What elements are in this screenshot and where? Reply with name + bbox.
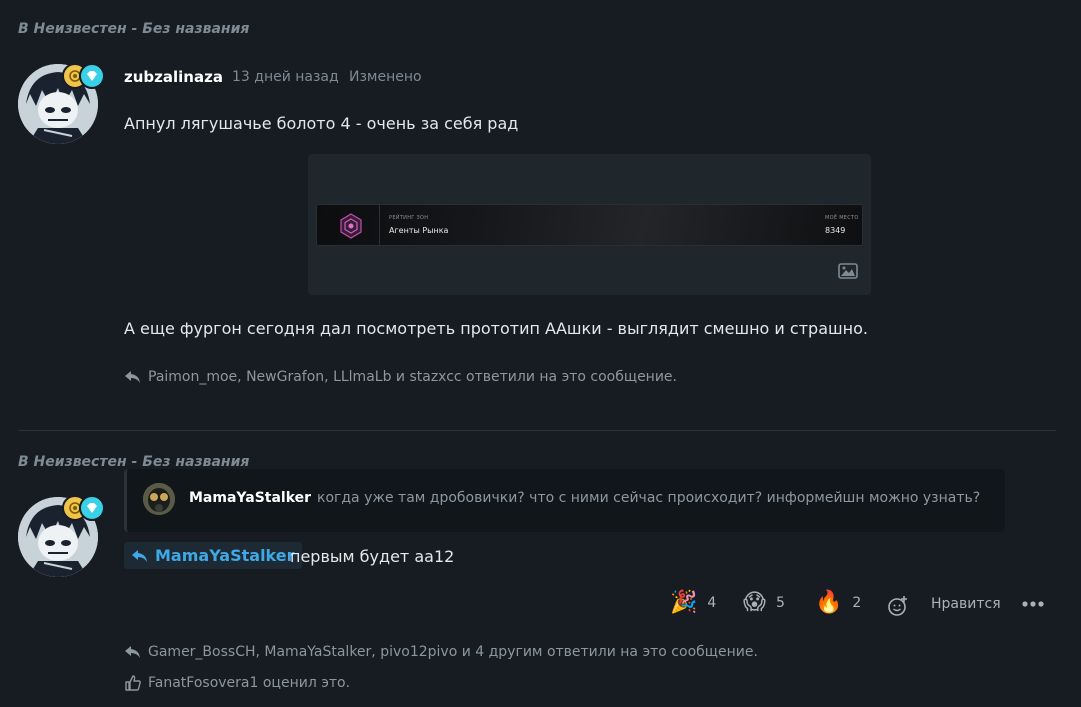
- image-embed[interactable]: РЕЙТИНГ ЗОН Агенты Рынка МОЁ МЕСТО 8349: [308, 154, 871, 295]
- reaction-count: 5: [775, 595, 785, 611]
- reaction-count: 2: [852, 595, 862, 611]
- reply-icon: [132, 549, 147, 562]
- reaction-count: 4: [707, 595, 717, 611]
- edited-label[interactable]: Изменено: [349, 69, 422, 85]
- rank-emblem-icon: [340, 213, 362, 239]
- post-divider: [18, 430, 1056, 431]
- post-time[interactable]: 13 дней назад: [232, 69, 339, 85]
- reply-icon: [125, 646, 140, 658]
- quote-author[interactable]: MamaYaStalker: [189, 490, 311, 506]
- score-label: МОЁ МЕСТО: [825, 215, 859, 221]
- reaction-fire[interactable]: 🔥 2: [815, 592, 861, 614]
- rank-label: РЕЙТИНГ ЗОН: [389, 215, 429, 221]
- party-popper-icon: 🎉: [670, 590, 698, 615]
- post-text-3: первым будет аа12: [290, 547, 455, 566]
- replied-line-2[interactable]: Gamer_BossCH, MamaYaStalker, pivo12pivo …: [124, 644, 758, 660]
- post-text: Апнул лягушачье болото 4 - очень за себя…: [124, 114, 519, 133]
- reaction-party[interactable]: 🎉 4: [670, 592, 716, 614]
- quote-box[interactable]: MamaYaStalker когда уже там дробовички? …: [124, 469, 1005, 532]
- like-button[interactable]: Нравится: [931, 596, 1001, 612]
- post-author[interactable]: zubzalinaza: [124, 68, 223, 86]
- rank-name: Агенты Рынка: [389, 226, 449, 235]
- rank-card: РЕЙТИНГ ЗОН Агенты Рынка МОЁ МЕСТО 8349: [316, 204, 863, 246]
- screaming-face-icon: 😱: [743, 590, 766, 615]
- replied-text[interactable]: Paimon_moe, NewGrafon, LLlmaLb и stazxcc…: [148, 369, 677, 385]
- user-mention[interactable]: MamaYaStalker: [124, 542, 302, 569]
- reaction-scream[interactable]: 😱 5: [743, 592, 785, 614]
- replied-line[interactable]: Paimon_moe, NewGrafon, LLlmaLb и stazxcc…: [124, 369, 677, 385]
- rank-divider: [379, 205, 380, 245]
- gasmask-avatar-icon: [143, 483, 175, 515]
- quote-text: когда уже там дробовички? что с ними сей…: [317, 490, 981, 506]
- replied-text[interactable]: Gamer_BossCH, MamaYaStalker, pivo12pivo …: [148, 644, 758, 660]
- quote-avatar[interactable]: [143, 483, 175, 515]
- more-icon[interactable]: [1022, 601, 1044, 607]
- mention-name[interactable]: MamaYaStalker: [155, 546, 295, 565]
- post-context[interactable]: В Неизвестен - Без названия: [18, 21, 249, 37]
- fire-icon: 🔥: [815, 590, 843, 615]
- rated-text[interactable]: FanatFosovera1 оценил это.: [148, 675, 350, 691]
- rated-line[interactable]: FanatFosovera1 оценил это.: [124, 674, 350, 692]
- post-text-2: А еще фургон сегодня дал посмотреть прот…: [124, 319, 868, 338]
- diamond-badge-icon: [79, 63, 105, 89]
- image-icon[interactable]: [838, 263, 858, 279]
- thumbs-up-icon: [125, 675, 141, 691]
- post-context-2[interactable]: В Неизвестен - Без названия: [18, 454, 249, 470]
- diamond-badge-icon: [79, 495, 105, 521]
- add-reaction-icon[interactable]: [887, 595, 909, 617]
- reply-icon: [125, 371, 140, 383]
- score-value: 8349: [825, 226, 846, 235]
